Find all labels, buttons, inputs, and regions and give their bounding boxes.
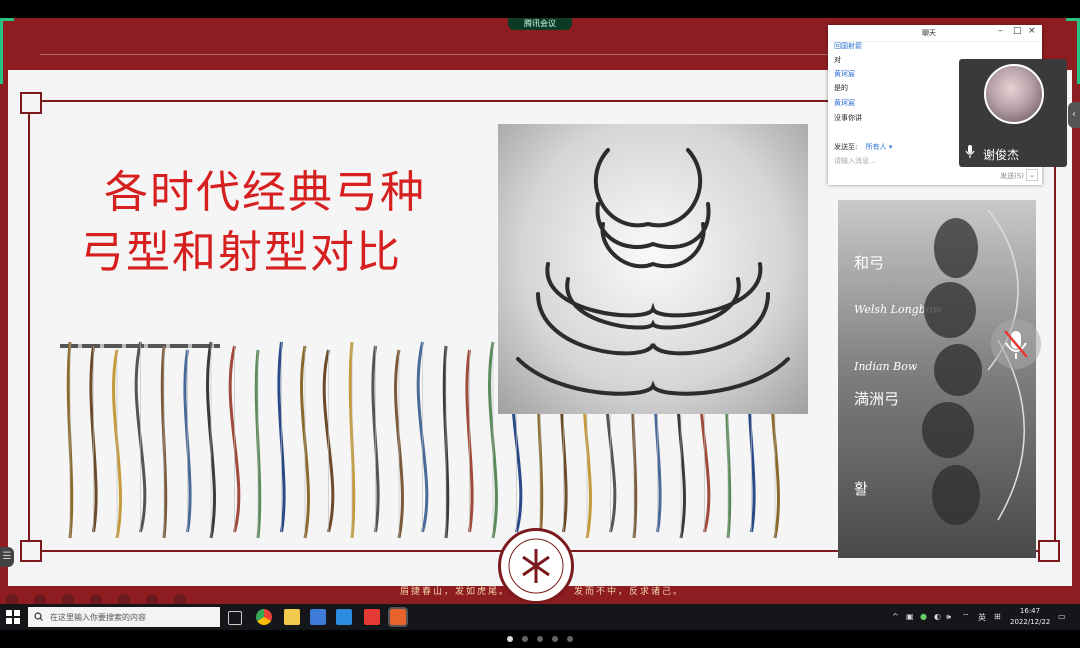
- input-language[interactable]: 英: [978, 612, 986, 623]
- meeting-indicator[interactable]: 腾讯会议: [508, 18, 572, 30]
- avatar: [984, 64, 1044, 124]
- chat-message: 是的: [834, 84, 848, 92]
- send-button[interactable]: 发送(S): [1000, 171, 1024, 181]
- send-to-label: 发送至:: [834, 143, 858, 151]
- page-dot[interactable]: [507, 636, 513, 642]
- clock-time: 16:47: [1019, 607, 1041, 615]
- microphone-muted-icon: [1004, 330, 1028, 359]
- participant-video-tile[interactable]: 谢俊杰: [959, 59, 1067, 167]
- microphone-icon: [965, 145, 975, 158]
- network-icon[interactable]: ⌔: [962, 612, 970, 622]
- archer-silhouettes: [922, 209, 1025, 525]
- search-placeholder: 在这里输入你要搜索的内容: [50, 613, 146, 622]
- chat-message: 对: [834, 56, 841, 64]
- slide-title-line-2: 弓型和射型对比: [80, 227, 402, 278]
- file-explorer-icon[interactable]: [284, 609, 300, 625]
- chat-sender-name: 黄珂宸: [834, 99, 855, 107]
- tray-app-icon[interactable]: ◐: [934, 612, 941, 621]
- notification-icon[interactable]: ▭: [1058, 612, 1066, 621]
- task-view-icon[interactable]: [228, 611, 242, 625]
- frame-corner: [20, 540, 42, 562]
- frame-corner: [20, 92, 42, 114]
- slide-motto-right: 发而不中，反求诸己。: [574, 587, 685, 597]
- volume-icon[interactable]: 🕪: [946, 612, 951, 622]
- bow-shapes-photo: [498, 124, 808, 414]
- app-icon[interactable]: [310, 609, 326, 625]
- chat-message: 没事你讲: [834, 114, 862, 122]
- chrome-icon[interactable]: [256, 609, 272, 625]
- bow-curves-drawing: [516, 148, 790, 396]
- tray-app-icon[interactable]: ▣: [906, 612, 914, 621]
- page-dot[interactable]: [567, 636, 573, 642]
- participant-name: 谢俊杰: [983, 148, 1020, 162]
- photos-icon[interactable]: [336, 609, 352, 625]
- page-dot[interactable]: [522, 636, 528, 642]
- chevron-down-icon[interactable]: ▾: [887, 143, 893, 151]
- share-border-marker: [0, 18, 14, 21]
- presentation-app-icon[interactable]: [388, 607, 408, 627]
- maximize-icon[interactable]: □: [1013, 26, 1022, 36]
- seal-emblem: [508, 538, 564, 594]
- clock-date: 2022/12/22: [1010, 618, 1051, 626]
- ime-icon[interactable]: ⊞: [994, 612, 1001, 621]
- wechat-icon[interactable]: ●: [920, 612, 927, 621]
- collapse-panel-icon[interactable]: ‹: [1068, 102, 1080, 128]
- archers-side-panel: 和弓 Welsh Longbow Indian Bow 満洲弓 활: [838, 200, 1036, 558]
- mute-toggle-button[interactable]: [991, 319, 1041, 369]
- page-dot[interactable]: [537, 636, 543, 642]
- slide-motto-left: 眉捷春山，发如虎尾。: [400, 587, 511, 597]
- recipient-select[interactable]: 所有人: [866, 143, 887, 151]
- expand-menu-icon[interactable]: ☰: [0, 547, 14, 567]
- tray-expand-icon[interactable]: ^: [892, 612, 899, 621]
- chat-titlebar: 聊天 – □ ×: [828, 25, 1042, 42]
- slide-title-line-1: 各时代经典弓种: [104, 167, 426, 218]
- chat-sender-name: 黄珂宸: [834, 70, 855, 78]
- share-border-marker: [0, 18, 3, 84]
- frame-corner: [1038, 540, 1060, 562]
- page-dot[interactable]: [552, 636, 558, 642]
- system-clock[interactable]: 16:47 2022/12/22: [1010, 606, 1050, 628]
- search-icon: [34, 612, 43, 621]
- windows-start-icon[interactable]: [6, 610, 20, 624]
- minimize-icon[interactable]: –: [998, 26, 1003, 36]
- taskbar-search[interactable]: 在这里输入你要搜索的内容: [28, 607, 220, 627]
- wps-icon[interactable]: [364, 609, 380, 625]
- shared-screen: 各时代经典弓种 弓型和射型对比 和弓 Welsh Longbow Indian …: [0, 18, 1080, 630]
- windows-taskbar: 在这里输入你要搜索的内容 ^ ▣ ● ◐ 🕪 ⌔ 英 ⊞ 16:47 2022/…: [0, 604, 1080, 630]
- chat-title: 聊天: [922, 29, 936, 37]
- meeting-app-label: 腾讯会议: [524, 19, 556, 28]
- pagination-dots: [0, 630, 1080, 648]
- chat-input[interactable]: 请输入消息...: [834, 156, 876, 166]
- close-icon[interactable]: ×: [1028, 26, 1036, 36]
- send-options-icon[interactable]: ⌄: [1026, 169, 1038, 181]
- chat-message: 回国射箭: [834, 42, 862, 50]
- share-border-marker: [1066, 18, 1080, 21]
- chat-recipient-row: 发送至: 所有人 ▾: [834, 142, 892, 152]
